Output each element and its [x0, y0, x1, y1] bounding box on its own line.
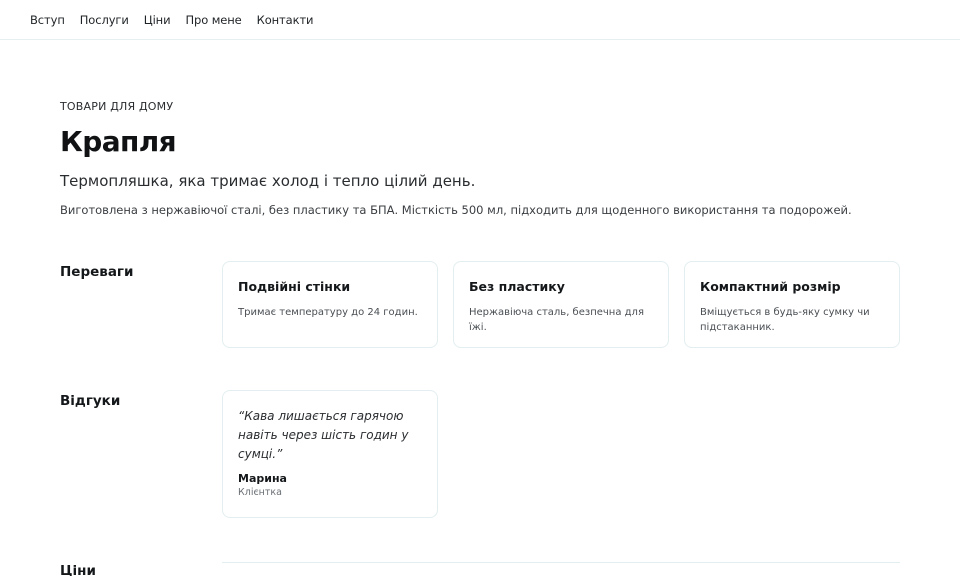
advantage-card: Компактний розмір Вміщується в будь-яку … — [684, 261, 900, 348]
nav-link-about[interactable]: Про мене — [185, 13, 241, 27]
advantages-cards: Подвійні стінки Тримає температуру до 24… — [222, 261, 900, 348]
advantages-heading: Переваги — [60, 264, 134, 280]
top-navigation: Вступ Послуги Ціни Про мене Контакти — [0, 0, 960, 40]
review-author: Марина — [238, 472, 287, 485]
reviews-section: Відгуки “Кава лишається гарячою навіть ч… — [60, 390, 900, 518]
reviews-heading: Відгуки — [60, 393, 121, 409]
section-divider — [222, 562, 900, 563]
nav-link-intro[interactable]: Вступ — [30, 13, 65, 27]
nav-link-services[interactable]: Послуги — [80, 13, 129, 27]
advantage-card-title: Компактний розмір — [700, 279, 841, 294]
nav-link-contacts[interactable]: Контакти — [257, 13, 314, 27]
advantage-card-title: Подвійні стінки — [238, 279, 351, 294]
hero-description: Виготовлена з нержавіючої сталі, без пла… — [60, 203, 852, 217]
hero-subtitle: Термопляшка, яка тримає холод і тепло ці… — [60, 172, 476, 190]
prices-section: Ціни — [60, 560, 900, 576]
prices-heading: Ціни — [60, 563, 96, 576]
nav-link-prices[interactable]: Ціни — [144, 13, 171, 27]
review-quote: “Кава лишається гарячою навіть через шіс… — [238, 409, 409, 461]
review-card: “Кава лишається гарячою навіть через шіс… — [222, 390, 438, 518]
advantage-card-title: Без пластику — [469, 279, 565, 294]
hero-eyebrow: ТОВАРИ ДЛЯ ДОМУ — [60, 100, 174, 113]
advantage-card: Подвійні стінки Тримає температуру до 24… — [222, 261, 438, 348]
main-content: ТОВАРИ ДЛЯ ДОМУ Крапля Термопляшка, яка … — [0, 100, 960, 576]
advantage-card-text: Нержавіюча сталь, безпечна для їжі. — [469, 307, 644, 333]
advantage-card: Без пластику Нержавіюча сталь, безпечна … — [453, 261, 669, 348]
advantage-card-text: Тримає температуру до 24 годин. — [238, 307, 418, 318]
advantage-card-text: Вміщується в будь-яку сумку чи підстакан… — [700, 307, 870, 333]
advantages-section: Переваги Подвійні стінки Тримає температ… — [60, 261, 900, 348]
review-author-role: Клієнтка — [238, 487, 282, 498]
page-title: Крапля — [60, 125, 177, 158]
